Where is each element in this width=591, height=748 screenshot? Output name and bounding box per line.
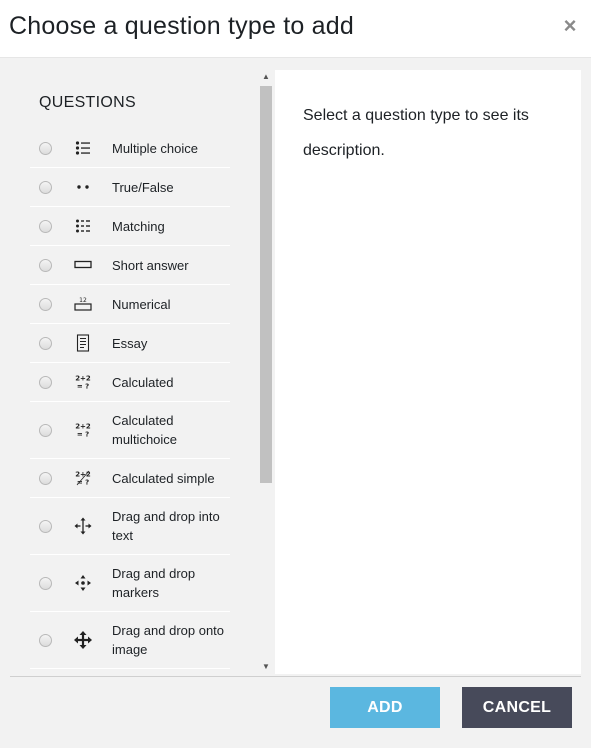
dialog-body: QUESTIONS Multiple choice True/False Mat… xyxy=(0,58,591,676)
radio-button[interactable] xyxy=(39,519,52,533)
option-matching[interactable]: Matching xyxy=(30,207,230,246)
option-true-false[interactable]: True/False xyxy=(30,168,230,207)
option-label: Calculated multichoice xyxy=(112,413,178,447)
drag-drop-image-icon xyxy=(74,631,92,649)
option-calculated-simple[interactable]: 2+2 = ? Calculated simple xyxy=(30,459,230,498)
option-drag-drop-markers[interactable]: Drag and drop markers xyxy=(30,555,230,612)
numerical-icon-text: 12 xyxy=(79,297,87,304)
essay-icon xyxy=(74,334,92,352)
option-essay[interactable]: Essay xyxy=(30,324,230,363)
drag-drop-markers-icon xyxy=(74,574,92,592)
cancel-button[interactable]: CANCEL xyxy=(462,687,572,728)
description-text: Select a question type to see its descri… xyxy=(303,107,529,159)
dialog-footer: ADD CANCEL xyxy=(0,676,591,748)
drag-drop-text-icon xyxy=(74,517,92,535)
radio-button[interactable] xyxy=(39,336,52,350)
footer-divider xyxy=(10,676,581,677)
option-label: True/False xyxy=(112,179,174,195)
option-numerical[interactable]: 12 Numerical xyxy=(30,285,230,324)
option-label: Calculated simple xyxy=(112,470,215,486)
question-list-pane: QUESTIONS Multiple choice True/False Mat… xyxy=(0,70,275,672)
short-answer-icon xyxy=(74,256,92,274)
radio-button[interactable] xyxy=(39,375,52,389)
section-title: QUESTIONS xyxy=(39,94,136,111)
description-pane: Select a question type to see its descri… xyxy=(275,70,581,674)
radio-button[interactable] xyxy=(39,633,52,647)
option-short-answer[interactable]: Short answer xyxy=(30,246,230,285)
option-drag-drop-text[interactable]: Drag and drop into text xyxy=(30,498,230,555)
option-label: Drag and drop markers xyxy=(112,566,196,600)
option-label: Numerical xyxy=(112,296,171,312)
option-calculated[interactable]: 2+2 = ? Calculated xyxy=(30,363,230,402)
svg-text:2+2: 2+2 xyxy=(75,375,91,383)
dialog-header: Choose a question type to add × xyxy=(0,0,591,58)
option-label: Short answer xyxy=(112,257,189,273)
option-label: Drag and drop onto image xyxy=(112,623,225,657)
radio-button[interactable] xyxy=(39,297,52,311)
option-label: Calculated xyxy=(112,374,174,390)
option-label: Multiple choice xyxy=(112,140,198,156)
option-multiple-choice[interactable]: Multiple choice xyxy=(30,129,230,168)
option-calculated-multichoice[interactable]: 2+2 = ? Calculated multichoice xyxy=(30,402,230,459)
option-label: Drag and drop into text xyxy=(112,509,220,543)
add-button[interactable]: ADD xyxy=(330,687,440,728)
svg-text:= ?: = ? xyxy=(77,431,89,439)
option-label: Matching xyxy=(112,218,165,234)
calculated-multichoice-icon: 2+2 = ? xyxy=(74,421,92,439)
scroll-up-arrow-icon[interactable]: ▲ xyxy=(259,70,273,84)
svg-text:2+2: 2+2 xyxy=(75,423,91,431)
true-false-icon xyxy=(74,178,92,196)
radio-button[interactable] xyxy=(39,219,52,233)
close-icon[interactable]: × xyxy=(561,14,579,38)
calculated-icon: 2+2 = ? xyxy=(74,373,92,391)
radio-button[interactable] xyxy=(39,423,52,437)
multiple-choice-icon xyxy=(74,139,92,157)
scroll-down-arrow-icon[interactable]: ▼ xyxy=(259,660,273,674)
radio-button[interactable] xyxy=(39,141,52,155)
numerical-icon: 12 xyxy=(74,295,92,313)
question-type-list: Multiple choice True/False Matching Shor… xyxy=(30,129,230,669)
calculated-simple-icon: 2+2 = ? xyxy=(74,469,92,487)
option-label: Essay xyxy=(112,335,148,351)
question-type-dialog: Choose a question type to add × QUESTION… xyxy=(0,0,591,748)
option-drag-drop-image[interactable]: Drag and drop onto image xyxy=(30,612,230,669)
radio-button[interactable] xyxy=(39,258,52,272)
svg-text:= ?: = ? xyxy=(77,383,89,391)
dialog-title: Choose a question type to add xyxy=(9,12,354,40)
radio-button[interactable] xyxy=(39,180,52,194)
list-scrollbar[interactable]: ▲ ▼ xyxy=(259,70,273,674)
radio-button[interactable] xyxy=(39,471,52,485)
radio-button[interactable] xyxy=(39,576,52,590)
scrollbar-thumb[interactable] xyxy=(260,86,272,483)
matching-icon xyxy=(74,217,92,235)
